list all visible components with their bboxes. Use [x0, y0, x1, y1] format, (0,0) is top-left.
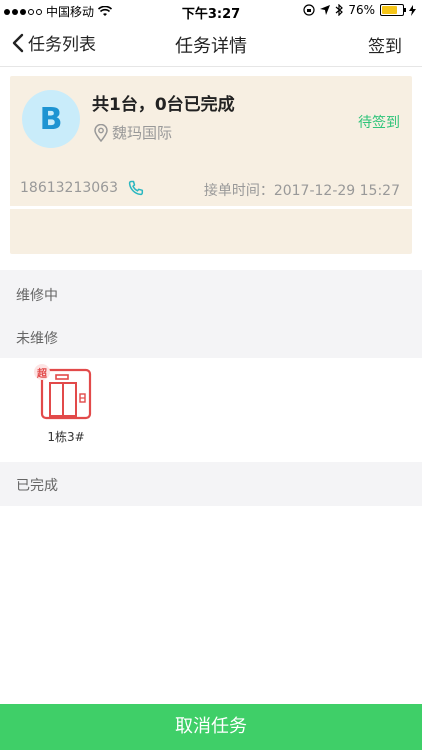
elevator-label: 1栋3# — [47, 430, 85, 444]
phone-number: 18613213063 — [20, 180, 118, 196]
charging-icon — [409, 4, 416, 16]
navigation-bar: 任务列表 任务详情 签到 — [0, 22, 422, 67]
location-arrow-icon — [320, 5, 331, 15]
rotation-lock-icon — [303, 4, 315, 16]
phone-icon[interactable] — [128, 180, 144, 196]
status-badge: 待签到 — [358, 115, 400, 131]
cancel-task-button[interactable]: 取消任务 — [0, 704, 422, 750]
page-title: 任务详情 — [175, 36, 247, 57]
avatar: B — [22, 90, 80, 148]
card-divider — [10, 206, 412, 209]
battery-icon — [380, 4, 406, 16]
check-in-button[interactable]: 签到 — [368, 32, 402, 57]
overdue-badge: 超 — [34, 364, 50, 380]
status-right: 76% — [303, 3, 416, 17]
section-repairing-label: 维修中 — [16, 288, 58, 304]
section-completed: 已完成 — [0, 462, 422, 506]
task-card: B 共1台，0台已完成 魏玛国际 待签到 18613213063 接单时间：20… — [10, 76, 412, 254]
section-repairing: 维修中 — [0, 270, 422, 316]
status-bar: 中国移动 下午3:27 76% — [0, 0, 422, 22]
task-summary: 共1台，0台已完成 — [92, 95, 235, 115]
location-pin-icon — [94, 123, 108, 142]
section-completed-label: 已完成 — [16, 478, 58, 494]
battery-percent: 76% — [348, 3, 375, 17]
section-unrepaired: 未维修 — [0, 316, 422, 358]
bluetooth-icon — [335, 4, 344, 16]
phone-row: 18613213063 — [20, 180, 144, 196]
order-time: 接单时间：2017-12-29 15:27 — [203, 183, 400, 199]
task-location: 魏玛国际 — [94, 122, 172, 143]
section-unrepaired-label: 未维修 — [16, 331, 58, 347]
elevator-item[interactable]: 超 1栋3# — [34, 364, 98, 445]
location-name: 魏玛国际 — [112, 124, 173, 142]
